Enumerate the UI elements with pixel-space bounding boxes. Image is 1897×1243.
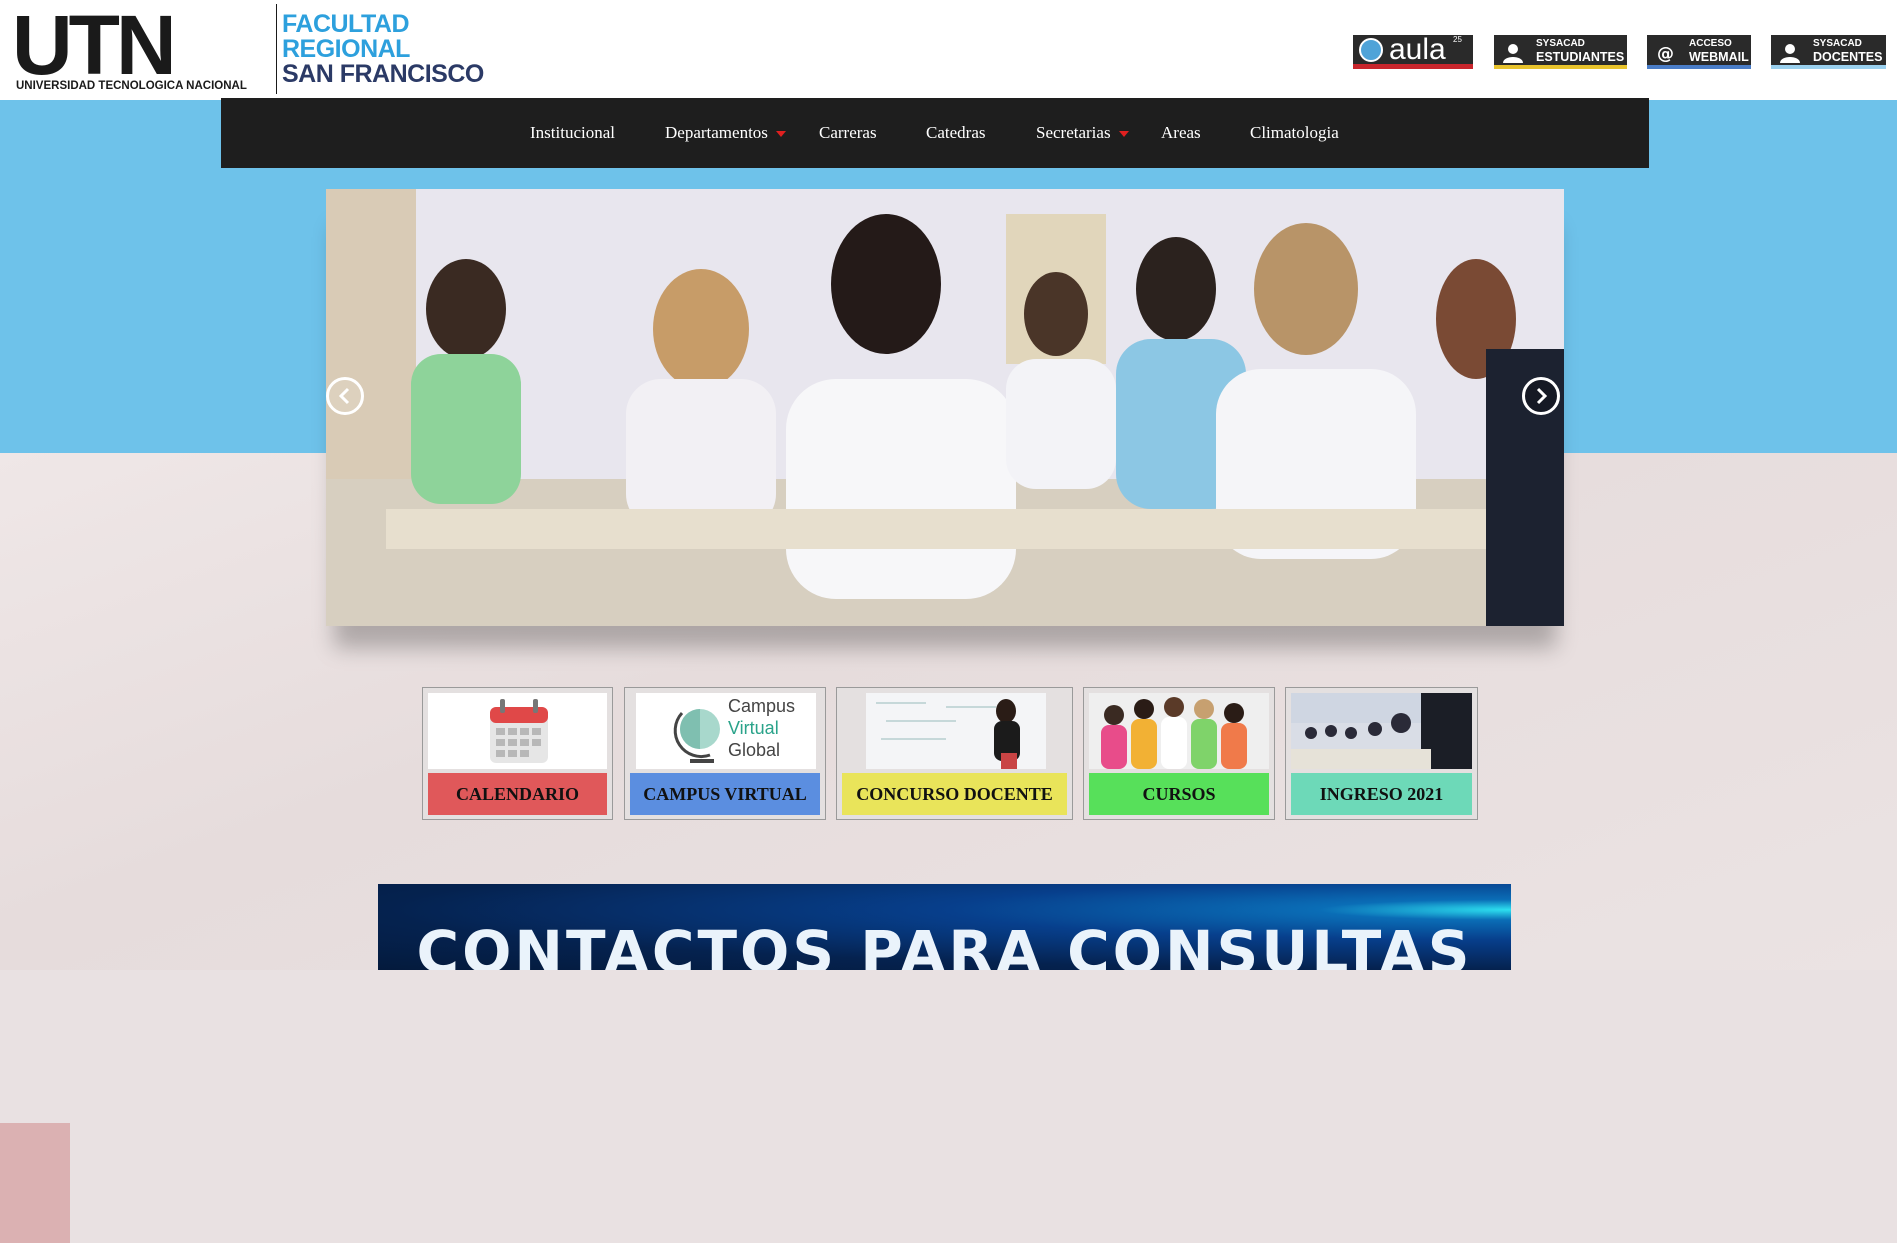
campus-line-2: Virtual — [728, 718, 779, 738]
faculty-line-2: REGIONAL — [282, 35, 410, 63]
slider-prev-button[interactable] — [326, 377, 364, 415]
nav-label: Departamentos — [665, 123, 768, 142]
site-header: UTN UNIVERSIDAD TECNOLOGICA NACIONAL FAC… — [0, 0, 1897, 100]
webmail-button[interactable]: @ ACCESO WEBMAIL — [1647, 35, 1751, 69]
faculty-line-3: SAN FRANCISCO — [282, 60, 484, 88]
estudiantes-line-2: ESTUDIANTES — [1536, 50, 1625, 64]
tile-calendario[interactable]: CALENDARIO — [422, 687, 613, 820]
campus-virtual-logo: Campus Virtual Global — [636, 693, 816, 769]
campus-line-1: Campus — [728, 696, 796, 716]
faculty-name: FACULTAD REGIONAL SAN FRANCISCO — [282, 12, 484, 87]
docentes-line-2: DOCENTES — [1813, 50, 1883, 64]
sysacad-docentes-button[interactable]: SYSACAD DOCENTES — [1771, 35, 1886, 69]
docentes-line-1: SYSACAD — [1813, 38, 1862, 49]
logo-university-name: UNIVERSIDAD TECNOLOGICA NACIONAL — [16, 80, 247, 92]
contacts-title: CONTACTOS PARA CONSULTAS — [416, 918, 1473, 970]
at-sign-icon: @ — [1657, 44, 1674, 64]
nav-label: Carreras — [819, 123, 877, 142]
aula-icon — [1359, 38, 1383, 62]
slider-next-button[interactable] — [1522, 377, 1560, 415]
main-navigation: Institucional Departamentos Carreras Cat… — [221, 98, 1649, 168]
sysacad-estudiantes-button[interactable]: SYSACAD ESTUDIANTES — [1494, 35, 1627, 69]
aula-label: aula — [1389, 33, 1446, 66]
logo-divider — [276, 4, 277, 94]
nav-item-climatologia[interactable]: Climatologia — [1250, 98, 1339, 168]
aula-version: 25 — [1453, 35, 1462, 44]
user-icon — [1503, 44, 1523, 63]
chevron-right-icon — [1536, 387, 1548, 405]
tile-campus-virtual[interactable]: Campus Virtual Global CAMPUS VIRTUAL — [624, 687, 826, 820]
aula-link-button[interactable]: aula 25 — [1353, 33, 1473, 69]
logo-utn-text: UTN — [12, 0, 177, 92]
user-icon — [1780, 44, 1800, 63]
contacts-banner[interactable]: CONTACTOS PARA CONSULTAS — [378, 884, 1511, 970]
tile-label: CALENDARIO — [428, 773, 607, 815]
teacher-whiteboard-photo — [866, 693, 1046, 769]
nav-item-catedras[interactable]: Catedras — [926, 98, 985, 168]
tile-concurso-docente[interactable]: CONCURSO DOCENTE — [836, 687, 1073, 820]
tile-label: CONCURSO DOCENTE — [842, 773, 1067, 815]
hero-slider — [326, 189, 1564, 626]
webmail-line-2: WEBMAIL — [1689, 50, 1749, 64]
nav-item-departamentos[interactable]: Departamentos — [665, 98, 786, 168]
webmail-line-1: ACCESO — [1689, 38, 1732, 49]
faculty-line-1: FACULTAD — [282, 10, 409, 38]
dropdown-caret-icon — [775, 131, 786, 138]
nav-label: Climatologia — [1250, 123, 1339, 142]
background-decoration — [0, 1123, 70, 1243]
nav-label: Catedras — [926, 123, 986, 142]
tile-ingreso-2021[interactable]: INGRESO 2021 — [1285, 687, 1478, 820]
nav-item-institucional[interactable]: Institucional — [530, 98, 615, 168]
tile-label: INGRESO 2021 — [1291, 773, 1472, 815]
classroom-photo — [1291, 693, 1472, 769]
estudiantes-line-1: SYSACAD — [1536, 38, 1585, 49]
chevron-left-icon — [338, 387, 350, 405]
students-group-photo — [1089, 693, 1269, 769]
calendar-icon — [428, 693, 607, 769]
dropdown-caret-icon — [1118, 131, 1129, 138]
tile-label: CAMPUS VIRTUAL — [630, 773, 820, 815]
utn-logo[interactable]: UTN UNIVERSIDAD TECNOLOGICA NACIONAL — [12, 0, 274, 94]
nav-item-areas[interactable]: Areas — [1161, 98, 1201, 168]
nav-item-secretarias[interactable]: Secretarias — [1036, 98, 1129, 168]
tile-cursos[interactable]: CURSOS — [1083, 687, 1275, 820]
tile-label: CURSOS — [1089, 773, 1269, 815]
nav-label: Areas — [1161, 123, 1201, 142]
campus-line-3: Global — [728, 740, 781, 760]
globe-icon — [673, 709, 720, 763]
classroom-students-photo — [326, 189, 1564, 626]
nav-label: Secretarias — [1036, 123, 1111, 142]
nav-item-carreras[interactable]: Carreras — [819, 98, 877, 168]
svg-text:@: @ — [1657, 44, 1674, 64]
nav-label: Institucional — [530, 123, 615, 142]
